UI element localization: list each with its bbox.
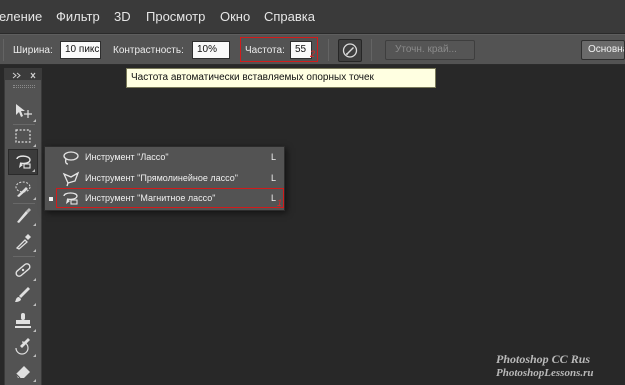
menu-item-view[interactable]: Просмотр — [146, 9, 205, 24]
selected-bullet — [49, 197, 53, 201]
flyout-shortcut: L — [271, 173, 277, 183]
options-divider — [328, 39, 329, 61]
menu-item-3d[interactable]: 3D — [114, 9, 131, 24]
pen-pressure-button[interactable] — [338, 39, 362, 62]
move-tool[interactable] — [8, 98, 38, 124]
tool-group-indicator — [33, 303, 36, 306]
rectangular-marquee-icon — [15, 129, 31, 143]
tools-panel-header — [5, 68, 41, 80]
annotation-number-1: 1 — [277, 198, 283, 208]
menu-item-help[interactable]: Справка — [264, 9, 315, 24]
bandage-icon — [15, 263, 31, 277]
history-brush-icon — [15, 338, 30, 355]
menu-item-window[interactable]: Окно — [220, 9, 250, 24]
stamp-icon — [15, 313, 31, 328]
lasso-icon — [63, 151, 79, 165]
flyout-item-polygonal-lasso[interactable]: Инструмент "Прямолинейное лассо" L — [45, 169, 284, 190]
marquee-tool[interactable] — [8, 123, 38, 149]
quick-selection-tool[interactable] — [8, 176, 38, 202]
tool-group-indicator — [33, 144, 36, 147]
flyout-item-label: Инструмент "Прямолинейное лассо" — [85, 173, 238, 183]
contrast-field[interactable]: 10% — [192, 41, 230, 59]
flyout-item-lasso[interactable]: Инструмент "Лассо" L — [45, 148, 284, 169]
tool-group-indicator — [33, 249, 36, 252]
tool-group-indicator — [32, 169, 35, 172]
quick-selection-icon — [15, 181, 31, 197]
tools-panel — [4, 68, 42, 385]
crop-tool[interactable] — [8, 202, 38, 228]
tool-group-indicator — [33, 197, 36, 200]
brush-crop-icon — [17, 208, 31, 223]
clone-stamp-tool[interactable] — [8, 308, 38, 334]
contrast-label: Контрастность: — [113, 45, 184, 56]
tool-group-indicator — [33, 119, 36, 122]
refine-edge-button[interactable]: Уточн. край... — [385, 40, 475, 60]
tool-group-indicator — [33, 278, 36, 281]
eyedropper-icon — [15, 234, 31, 250]
tool-group-indicator — [33, 379, 36, 382]
polygonal-lasso-icon — [62, 171, 80, 187]
annotation-number-2: 2 — [310, 49, 316, 59]
menu-bar: еление Фильтр 3D Просмотр Окно Справка — [0, 0, 625, 34]
options-divider — [3, 39, 4, 61]
tool-group-indicator — [33, 329, 36, 332]
panel-grip[interactable] — [13, 85, 35, 88]
brush-icon — [15, 287, 30, 302]
frequency-tooltip: Частота автоматически вставляемых опорны… — [126, 68, 436, 88]
width-field[interactable]: 10 пикс — [60, 41, 101, 59]
brush-tool[interactable] — [8, 282, 38, 308]
lasso-tool[interactable] — [8, 149, 38, 175]
eyedropper-tool[interactable] — [8, 228, 38, 254]
menu-item-selection[interactable]: еление — [0, 9, 42, 24]
watermark-site: PhotoshopLessons.ru — [496, 367, 594, 379]
width-label: Ширина: — [13, 45, 53, 56]
tool-group-indicator — [33, 223, 36, 226]
frequency-highlight — [240, 37, 318, 62]
healing-brush-tool[interactable] — [8, 257, 38, 283]
flyout-shortcut: L — [271, 152, 277, 162]
workspace-button[interactable]: Основная — [581, 40, 625, 60]
options-divider — [371, 39, 372, 61]
eraser-tool[interactable] — [8, 358, 38, 384]
history-brush-tool[interactable] — [8, 333, 38, 359]
magnetic-lasso-icon — [16, 155, 31, 169]
move-icon — [16, 104, 32, 118]
panel-collapse-icon[interactable] — [5, 69, 41, 81]
menu-item-filter[interactable]: Фильтр — [56, 9, 100, 24]
pen-pressure-icon — [342, 43, 358, 58]
tool-group-indicator — [33, 354, 36, 357]
magnetic-lasso-highlight — [56, 188, 284, 208]
watermark-title: Photoshop CC Rus — [496, 352, 591, 366]
flyout-item-label: Инструмент "Лассо" — [85, 152, 169, 162]
eraser-icon — [15, 366, 30, 379]
